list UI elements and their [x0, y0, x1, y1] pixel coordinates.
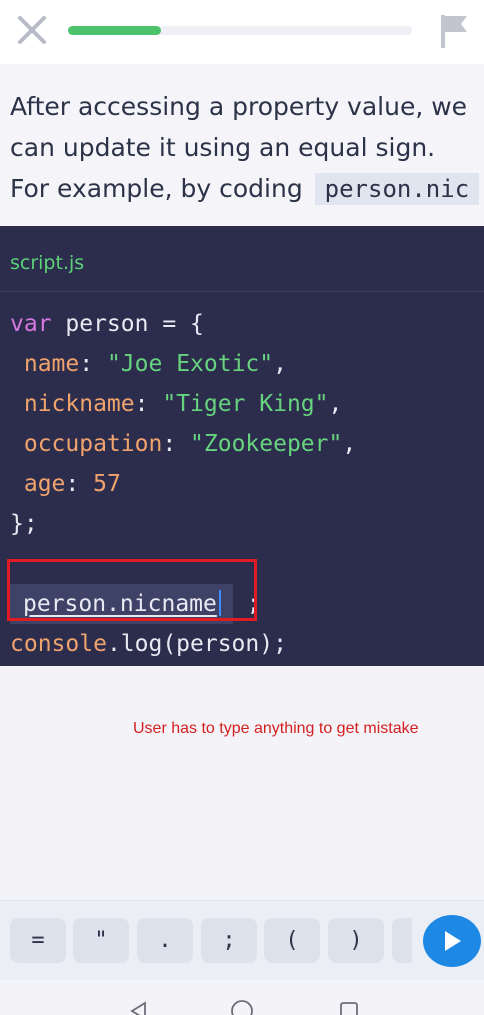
- lesson-progress-bar: [68, 26, 412, 35]
- close-button[interactable]: [14, 12, 50, 48]
- lesson-line-1: After accessing a property value, we: [10, 92, 468, 121]
- code-line-5: age: 57: [10, 471, 121, 497]
- report-flag-button[interactable]: [434, 11, 474, 51]
- lesson-line-2: can update it using an equal sign.: [10, 133, 436, 162]
- lesson-progress-fill: [68, 26, 161, 35]
- annotation-highlight-box: [7, 559, 257, 621]
- play-icon: [445, 931, 461, 951]
- key-open-paren[interactable]: (: [264, 918, 320, 963]
- key-equals[interactable]: =: [10, 918, 66, 963]
- nav-back-button[interactable]: [126, 998, 152, 1015]
- symbol-key-bar: = " . ; ( ): [0, 900, 484, 980]
- key-quote[interactable]: ": [73, 918, 129, 963]
- code-line-2: name: "Joe Exotic",: [10, 351, 287, 377]
- screen: After accessing a property value, we can …: [0, 0, 484, 1015]
- nav-home-button[interactable]: [229, 998, 255, 1015]
- code-line-6: };: [10, 511, 38, 537]
- recents-square-icon: [340, 1002, 358, 1015]
- flag-icon: [441, 15, 467, 48]
- code-line-4: occupation: "Zookeeper",: [10, 431, 357, 457]
- editor-filename-tab: script.js: [10, 252, 85, 274]
- nav-recents-button[interactable]: [336, 998, 362, 1015]
- key-close-paren[interactable]: ): [328, 918, 384, 963]
- run-code-button[interactable]: [423, 915, 481, 967]
- lesson-paragraph: After accessing a property value, we can …: [10, 86, 484, 210]
- inline-code-snippet: person.nic: [314, 173, 480, 205]
- lesson-line-3: For example, by coding: [10, 174, 303, 203]
- code-line-1: var person = {: [10, 311, 204, 337]
- key-semicolon[interactable]: ;: [201, 918, 257, 963]
- system-navigation-bar: [0, 980, 484, 1015]
- annotation-note: User has to type anything to get mistake: [133, 720, 419, 737]
- key-dot[interactable]: .: [137, 918, 193, 963]
- editor-divider: [0, 291, 484, 292]
- key-partial[interactable]: [392, 918, 412, 963]
- code-line-9: console.log(person);: [10, 631, 287, 657]
- back-triangle-icon: [130, 1001, 146, 1015]
- home-circle-icon: [231, 1000, 253, 1015]
- lesson-text-panel: After accessing a property value, we can …: [0, 64, 484, 226]
- top-bar: [0, 0, 484, 64]
- close-icon: [18, 16, 46, 44]
- code-line-3: nickname: "Tiger King",: [10, 391, 343, 417]
